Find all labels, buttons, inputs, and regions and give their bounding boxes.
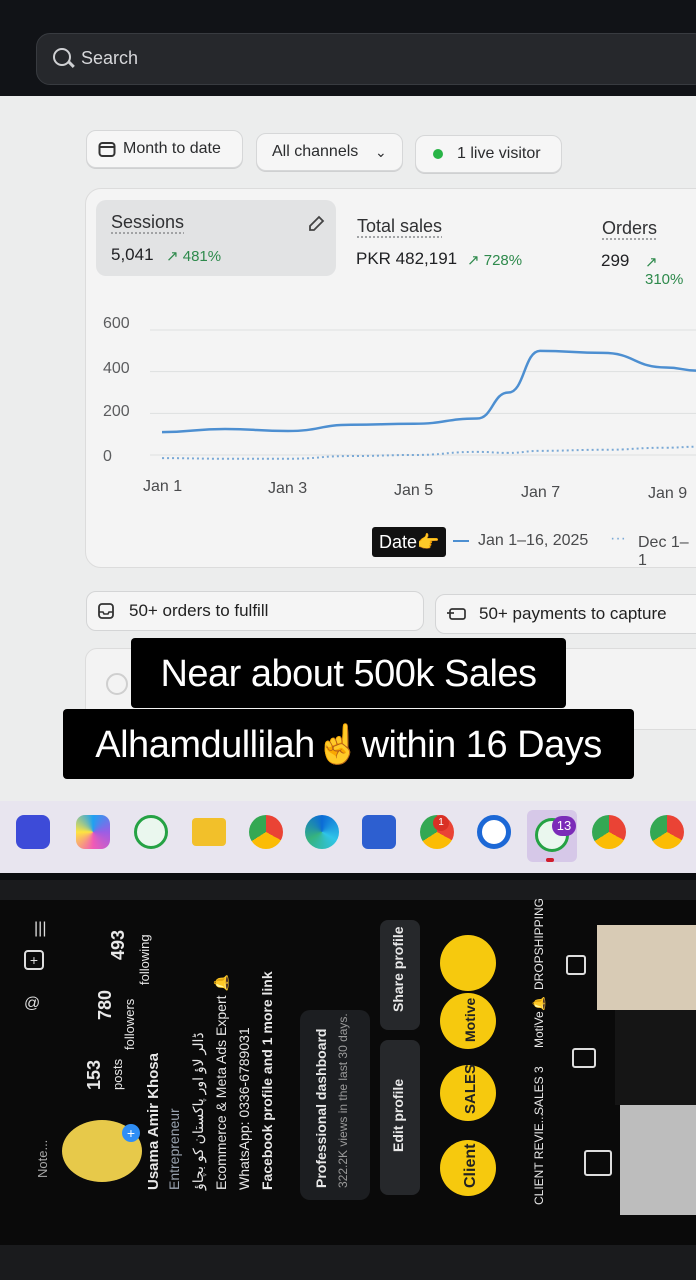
total-sales-value: PKR 482,191 <box>356 249 458 268</box>
x-tick-label: Jan 7 <box>521 484 561 501</box>
highlight-cover-text: SALES <box>462 1063 479 1114</box>
date-annotation-tag: Date👉 <box>372 527 447 557</box>
profile-name: Usama Amir Khosa <box>145 1053 162 1190</box>
chrome-icon[interactable] <box>592 815 626 849</box>
chart-grid <box>150 329 696 456</box>
teams-icon[interactable] <box>16 815 50 849</box>
channels-dropdown[interactable]: All channels ⌄ <box>256 133 403 171</box>
chrome-badge: 1 <box>433 815 449 831</box>
legend-previous: Dec 1–1 <box>638 534 689 569</box>
reels-tab-icon[interactable] <box>572 1048 596 1068</box>
following-count[interactable]: 493 <box>108 930 129 960</box>
highlight-label: DROPSHIPPING <box>532 897 546 990</box>
professional-dashboard-card[interactable] <box>300 1010 370 1200</box>
x-tick-label: Jan 9 <box>648 485 688 502</box>
orders-title[interactable]: Orders <box>602 218 657 239</box>
search-bar[interactable]: Search <box>36 33 696 85</box>
tagged-tab-icon[interactable] <box>566 955 586 975</box>
caption-line-1: Near about 500k Sales <box>131 638 566 708</box>
orders-to-fulfill-button[interactable]: 50+ orders to fulfill <box>86 591 424 631</box>
post-thumbnail[interactable] <box>615 1010 696 1105</box>
x-tick-label: Jan 5 <box>394 482 434 499</box>
highlight-cover-text: Client <box>462 1143 479 1188</box>
search-input[interactable]: Search <box>81 48 138 69</box>
followers-label: followers <box>122 998 137 1050</box>
y-tick-label: 600 <box>103 315 130 332</box>
orders-change: ↗ 310% <box>645 254 684 288</box>
x-tick-label: Jan 3 <box>268 480 308 497</box>
highlight-label: MotiVe🔔 <box>532 996 546 1048</box>
y-tick-label: 400 <box>103 360 130 377</box>
bio-urdu: ڈالر لاؤ اور پاکستان کو بچاؤ <box>190 1032 206 1190</box>
dashboard-title: Professional dashboard <box>313 1028 329 1188</box>
sessions-change: ↗ 481% <box>166 248 222 265</box>
bio-line-1: Ecommerce & Meta Ads Expert 🔔 <box>213 974 229 1190</box>
dashboard-subtitle: 322.2K views in the last 30 days. <box>336 1013 350 1188</box>
following-label: following <box>137 934 152 985</box>
pencil-icon[interactable] <box>306 214 326 234</box>
legend-solid-swatch <box>453 540 469 542</box>
search-icon <box>53 48 71 66</box>
sessions-value: 5,041 <box>111 245 154 264</box>
orders-to-fulfill-label: 50+ orders to fulfill <box>129 601 269 620</box>
live-visitor-button[interactable]: 1 live visitor <box>415 135 562 173</box>
total-sales-title[interactable]: Total sales <box>357 216 442 237</box>
highlight-dropshipping[interactable] <box>440 935 496 991</box>
profile-category: Entrepreneur <box>166 1108 182 1190</box>
highlight-cover-text: Motive <box>462 997 478 1042</box>
date-range-button[interactable]: Month to date <box>86 130 243 168</box>
copilot-icon[interactable] <box>76 815 110 849</box>
note-bubble[interactable]: Note... <box>35 1140 50 1178</box>
date-range-label: Month to date <box>123 140 221 157</box>
total-sales-change: ↗ 728% <box>467 252 523 269</box>
chrome-icon[interactable] <box>650 815 684 849</box>
whatsapp-icon[interactable] <box>134 815 168 849</box>
live-visitor-label: 1 live visitor <box>457 145 541 162</box>
edge-icon[interactable] <box>305 815 339 849</box>
threads-icon[interactable]: @ <box>24 995 40 1013</box>
menu-icon[interactable]: ||| <box>34 920 46 938</box>
highlight-label: CLIENT REVIE... <box>532 1113 546 1205</box>
whatsapp-badge: 13 <box>552 816 576 836</box>
followers-count[interactable]: 780 <box>95 990 116 1020</box>
edit-profile-label: Edit profile <box>390 1078 406 1152</box>
posts-count: 153 <box>84 1059 104 1090</box>
payments-to-capture-label: 50+ payments to capture <box>479 604 667 623</box>
legend-current: Jan 1–16, 2025 <box>478 532 589 549</box>
chevron-down-icon: ⌄ <box>375 144 387 160</box>
radio-icon[interactable] <box>106 673 128 695</box>
bio-line-2: WhatsApp: 0336-6789031 <box>236 1027 252 1190</box>
previous-period-line <box>161 445 696 460</box>
highlight-label: SALES 3 <box>532 1066 546 1115</box>
bio-link[interactable]: Facebook profile and 1 more link <box>259 971 275 1190</box>
y-tick-label: 200 <box>103 403 130 420</box>
share-profile-label: Share profile <box>390 926 406 1012</box>
orders-value: 299 <box>601 251 630 270</box>
add-story-icon[interactable]: + <box>122 1124 140 1142</box>
store-icon[interactable] <box>362 815 396 849</box>
post-thumbnail[interactable] <box>597 925 696 1010</box>
legend-dotted-swatch: ··· <box>610 530 626 547</box>
caption-line-2: Alhamdullilah☝️within 16 Days <box>63 709 634 779</box>
grid-tab-icon[interactable] <box>584 1150 612 1176</box>
add-post-icon[interactable]: + <box>24 950 44 970</box>
active-indicator <box>546 858 554 862</box>
remote-desktop-icon[interactable] <box>477 815 511 849</box>
posts-label: posts <box>110 1058 125 1090</box>
live-dot-icon <box>433 149 443 159</box>
channels-label: All channels <box>272 143 359 160</box>
calendar-icon <box>98 142 116 157</box>
payment-icon <box>447 608 466 620</box>
x-tick-label: Jan 1 <box>143 478 183 495</box>
current-period-line <box>161 349 696 434</box>
post-thumbnail[interactable] <box>620 1105 696 1215</box>
sessions-title: Sessions <box>111 212 185 232</box>
payments-to-capture-button[interactable]: 50+ payments to capture <box>435 594 696 634</box>
chrome-icon[interactable] <box>249 815 283 849</box>
file-explorer-icon[interactable] <box>192 818 226 846</box>
sales-line-chart <box>150 329 696 460</box>
inbox-icon <box>98 603 114 619</box>
y-tick-label: 0 <box>103 448 112 465</box>
